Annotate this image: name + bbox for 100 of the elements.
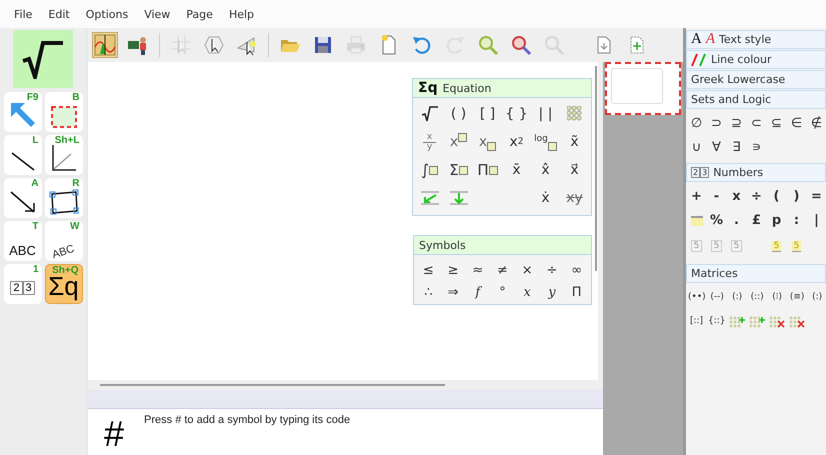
symbol-button[interactable]: ∉ <box>808 112 825 134</box>
symbol-button[interactable]: x <box>444 130 473 154</box>
symbol-button[interactable]: ∴ <box>416 281 441 303</box>
symbol-button[interactable]: (:) <box>728 286 746 308</box>
symbol-button[interactable]: ( ) <box>444 102 473 126</box>
tool-button[interactable]: R <box>44 178 82 218</box>
symbol-button[interactable]: ) <box>788 185 805 207</box>
scrollbar[interactable] <box>100 384 445 386</box>
symbol-button[interactable]: ⊃ <box>708 112 725 134</box>
shortcut-label: T <box>32 221 38 232</box>
symbol-button[interactable]: (:) <box>808 286 826 308</box>
symbol-button[interactable]: ⊆ <box>768 112 785 134</box>
section-title: Text style <box>719 33 772 46</box>
symbol-button[interactable]: ÷ <box>748 185 765 207</box>
symbol-button[interactable]: f <box>465 281 490 303</box>
symbol-button[interactable]: ∪ <box>688 136 705 158</box>
symbol-button[interactable]: xy <box>560 186 589 210</box>
symbol-button[interactable]: (--) <box>708 286 726 308</box>
tool-button[interactable]: Sh+L <box>44 135 82 175</box>
scrollbar[interactable] <box>595 66 597 271</box>
symbol-button[interactable]: (≡) <box>788 286 806 308</box>
symbol-button[interactable]: | <box>808 209 825 231</box>
symbol-button[interactable]: Π <box>473 158 502 182</box>
symbol-button[interactable]: Π <box>564 281 589 303</box>
tool-button[interactable]: W ABC <box>44 221 82 261</box>
shortcut-label: Sh+L <box>54 135 80 146</box>
symbol-button[interactable]: | | <box>531 102 560 126</box>
symbol-button[interactable]: x⃗ <box>560 158 589 182</box>
symbol-button[interactable]: log <box>531 130 560 154</box>
symbol-button[interactable]: p <box>768 209 785 231</box>
tool-button[interactable]: F9 <box>4 92 42 132</box>
symbol-button[interactable]: x y <box>415 130 444 154</box>
symbol-button[interactable]: ≠ <box>490 259 515 281</box>
hint-text: Press # to add a symbol by typing its code <box>144 414 350 428</box>
menu-item[interactable]: Options <box>78 6 136 22</box>
menu-item[interactable]: View <box>136 6 178 22</box>
symbol-button[interactable]: ⊂ <box>748 112 765 134</box>
symbol-button[interactable]: ≤ <box>416 259 441 281</box>
symbol-button[interactable]: ( <box>768 185 785 207</box>
section-header[interactable]: 2 3 Numbers <box>686 163 826 182</box>
section-header[interactable]: Sets and Logic <box>686 90 826 109</box>
page-thumbnail[interactable] <box>605 62 681 115</box>
symbol-button[interactable]: x̂ <box>531 158 560 182</box>
insert-arrow-icon <box>420 190 440 206</box>
toolbar-button[interactable] <box>93 33 117 57</box>
symbol-button[interactable]: (⁝) <box>768 286 786 308</box>
symbol-button[interactable]: = <box>808 185 825 207</box>
section-header[interactable]: Line colour <box>686 50 826 69</box>
symbol-button[interactable]: x <box>514 281 540 303</box>
symbol-button[interactable]: ° <box>490 281 515 303</box>
symbol-button[interactable]: [::] <box>688 310 705 332</box>
symbol-button[interactable]: {::} <box>708 310 726 332</box>
section-header[interactable]: Greek Lowercase <box>686 70 826 89</box>
symbol-button[interactable]: x̄ <box>502 158 531 182</box>
symbol-button[interactable]: : <box>788 209 805 231</box>
symbol-button[interactable]: ∈ <box>788 112 805 134</box>
symbol-button[interactable]: x <box>728 185 745 207</box>
symbol-button[interactable]: ≈ <box>465 259 490 281</box>
symbol-button[interactable]: ⇒ <box>440 281 466 303</box>
symbol-button[interactable]: ≥ <box>440 259 466 281</box>
tool-button[interactable]: 1 2 3 <box>4 264 42 304</box>
symbol-button[interactable]: x <box>473 130 502 154</box>
symbol-button[interactable]: - <box>708 185 725 207</box>
symbol-button[interactable]: x̃ <box>560 130 589 154</box>
symbol-button[interactable]: ⊇ <box>728 112 745 134</box>
symbol-button[interactable]: % <box>708 209 725 231</box>
menu-item[interactable]: Help <box>220 6 262 22</box>
zoom-in-icon <box>477 34 499 56</box>
section-header[interactable]: Matrices <box>686 264 826 283</box>
symbol-button[interactable]: ∀ <box>708 136 725 158</box>
symbol-button[interactable]: ∞ <box>564 259 589 281</box>
tool-button[interactable]: A <box>4 178 42 218</box>
symbol-button[interactable]: ÷ <box>540 259 564 281</box>
tool-button[interactable]: L <box>4 135 42 175</box>
symbol-button[interactable]: ∫ <box>415 158 444 182</box>
number-box: 2 <box>691 167 700 178</box>
symbol-button[interactable]: ∅ <box>688 112 705 134</box>
root-tool-button[interactable] <box>13 30 73 88</box>
tool-button[interactable]: B <box>44 92 82 132</box>
menu-item[interactable]: Page <box>178 6 221 22</box>
symbol-button[interactable]: + <box>688 185 705 207</box>
menu-item[interactable]: File <box>6 6 40 22</box>
symbol-button[interactable]: Σ <box>444 158 473 182</box>
menu-item[interactable]: Edit <box>40 6 78 22</box>
section-header[interactable]: A A Text style <box>686 30 826 49</box>
symbol-button[interactable]: (::) <box>748 286 766 308</box>
dashed-box-icon <box>50 105 78 129</box>
tool-button[interactable]: T ABC <box>4 221 42 261</box>
symbol-button[interactable]: x$^{2}$ <box>502 130 531 154</box>
arrow-icon <box>8 189 36 215</box>
symbol-button[interactable]: ∍ <box>748 136 765 158</box>
symbol-button[interactable]: ∃ <box>728 136 745 158</box>
symbol-button[interactable]: × <box>514 259 540 281</box>
symbol-button[interactable]: (••) <box>688 286 706 308</box>
symbol-button[interactable]: [ ] <box>473 102 502 126</box>
symbol-button[interactable]: ẋ <box>531 186 560 210</box>
symbol-button[interactable]: y <box>540 281 564 303</box>
symbol-button[interactable]: { } <box>502 102 531 126</box>
symbol-button[interactable]: . <box>728 209 745 231</box>
symbol-button[interactable]: £ <box>748 209 765 231</box>
